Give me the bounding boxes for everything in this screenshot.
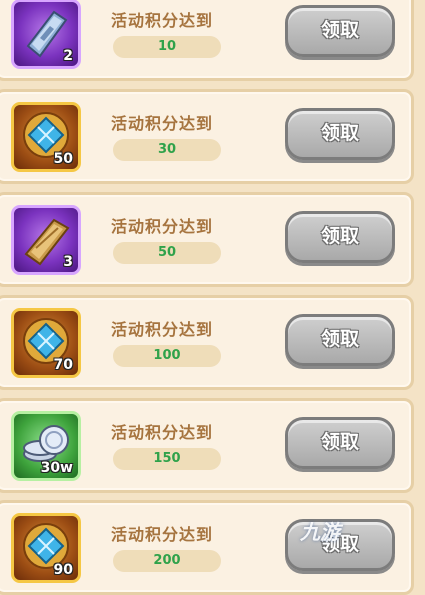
points-requirement: 30 (113, 139, 221, 161)
claim-button[interactable]: 领取 (285, 314, 395, 366)
item-quantity: 2 (63, 48, 73, 64)
gold-ingot-icon: 3 (11, 205, 81, 275)
watermark-text: 九游 (300, 520, 340, 544)
claim-button[interactable]: 领取 (285, 417, 395, 469)
blue-gem-medallion-icon: 70 (11, 308, 81, 378)
item-quantity: 30w (40, 460, 73, 476)
points-requirement: 200 (113, 550, 221, 572)
item-quantity: 3 (63, 254, 73, 270)
points-label: 活动积分达到 (111, 114, 214, 133)
item-quantity: 70 (53, 357, 73, 373)
reward-row: 2 活动积分达到 10 领取 (0, 0, 414, 81)
points-label: 活动积分达到 (111, 525, 214, 544)
item-quantity: 90 (53, 562, 73, 578)
silver-ingot-icon: 2 (11, 0, 81, 69)
reward-row: 70 活动积分达到 100 领取 (0, 295, 414, 390)
points-requirement: 100 (113, 345, 221, 367)
points-label: 活动积分达到 (111, 11, 214, 30)
reward-row: 30w 活动积分达到 150 领取 (0, 398, 414, 493)
claim-button[interactable]: 领取 (285, 5, 395, 57)
item-quantity: 50 (53, 151, 73, 167)
claim-button[interactable]: 领取 (285, 211, 395, 263)
points-label: 活动积分达到 (111, 423, 214, 442)
reward-list: 2 活动积分达到 10 领取 50 活动积分达到 30 领取 3 活动积分达到 … (0, 0, 425, 595)
points-label: 活动积分达到 (111, 320, 214, 339)
silver-coins-icon: 30w (11, 411, 81, 481)
blue-gem-medallion-icon: 50 (11, 102, 81, 172)
reward-row: 3 活动积分达到 50 领取 (0, 192, 414, 287)
points-requirement: 50 (113, 242, 221, 264)
blue-gem-medallion-icon: 90 (11, 513, 81, 583)
watermark-logo: 九游 (300, 516, 390, 550)
claim-button[interactable]: 领取 (285, 108, 395, 160)
points-requirement: 150 (113, 448, 221, 470)
points-label: 活动积分达到 (111, 217, 214, 236)
points-requirement: 10 (113, 36, 221, 58)
reward-row: 50 活动积分达到 30 领取 (0, 89, 414, 184)
